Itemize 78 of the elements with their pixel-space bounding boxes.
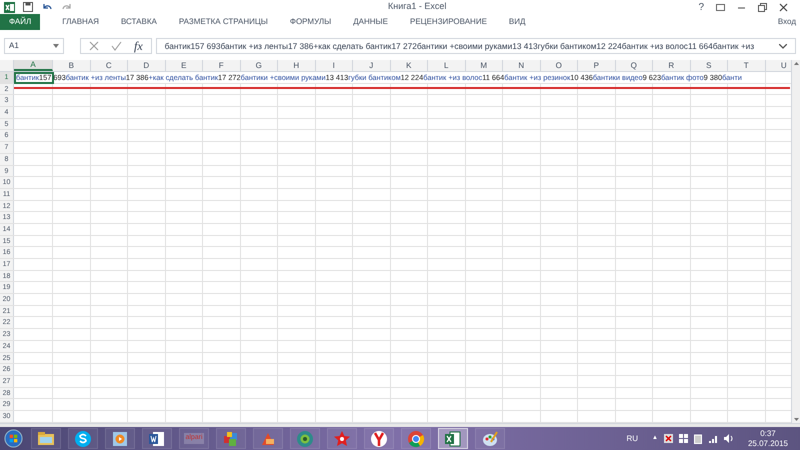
column-header[interactable]: K <box>390 60 428 71</box>
ribbon-tab[interactable]: РЕЦЕНЗИРОВАНИЕ <box>410 14 487 30</box>
ribbon-tab[interactable]: ФОРМУЛЫ <box>290 14 332 30</box>
taskbar-button[interactable] <box>142 428 172 449</box>
column-header[interactable]: E <box>166 60 203 71</box>
name-box[interactable]: A1 <box>4 38 64 54</box>
flag-icon[interactable] <box>664 434 673 443</box>
column-header[interactable]: O <box>540 60 578 71</box>
excel-logo-icon <box>4 2 15 12</box>
taskbar-button[interactable] <box>401 428 431 449</box>
start-button[interactable] <box>4 429 23 448</box>
windows-icon[interactable] <box>678 434 688 443</box>
column-header[interactable]: G <box>240 60 278 71</box>
ribbon-tab[interactable]: РАЗМЕТКА СТРАНИЦЫ <box>178 14 268 30</box>
language-indicator[interactable]: RU <box>626 432 638 444</box>
excel-icon[interactable] <box>444 430 462 448</box>
help-button[interactable]: ? <box>698 0 704 14</box>
globe-icon[interactable] <box>296 430 314 448</box>
ribbon-display-icon[interactable] <box>716 4 725 10</box>
taskbar-button[interactable] <box>105 428 135 449</box>
taskbar-button[interactable] <box>475 428 505 449</box>
taskbar-button[interactable] <box>438 428 468 449</box>
save-icon[interactable] <box>23 2 33 12</box>
clock-date[interactable]: 25.07.2015 <box>748 438 788 448</box>
taskbar-button[interactable] <box>327 428 357 449</box>
column-header[interactable]: M <box>466 60 503 71</box>
chrome-icon[interactable] <box>407 430 425 448</box>
window-title: Книга1 - Excel <box>388 0 446 14</box>
taskbar-button[interactable] <box>68 428 98 449</box>
media-player-icon[interactable] <box>111 430 129 448</box>
vertical-scrollbar[interactable] <box>791 60 800 423</box>
word-icon[interactable] <box>148 430 166 448</box>
column-header[interactable]: B <box>53 60 90 71</box>
cubes-icon[interactable] <box>222 430 240 448</box>
skype-icon[interactable] <box>74 430 92 448</box>
cell-selection <box>14 72 54 84</box>
clock-time[interactable]: 0:37 <box>760 428 776 438</box>
taskbar-button[interactable] <box>216 428 246 449</box>
palette-icon[interactable] <box>481 430 499 448</box>
ribbon-tab[interactable]: ДАННЫЕ <box>353 14 388 30</box>
star-icon[interactable] <box>333 430 351 448</box>
close-icon[interactable] <box>779 2 788 12</box>
ribbon-tab[interactable]: ВИД <box>508 14 526 30</box>
taskbar-button[interactable] <box>31 428 61 449</box>
folder-icon[interactable] <box>37 430 55 448</box>
formula-field[interactable]: бантик157 693бантик +из ленты17 386+как сделать бантик17 272бантики +своими руками13 413губки бантиком12 224бантик +из волос11 664бантик +из <box>156 38 796 54</box>
cancel-icon[interactable] <box>89 41 99 51</box>
undo-icon[interactable] <box>41 2 53 12</box>
file-tab[interactable]: ФАЙЛ <box>0 14 40 30</box>
sign-in-link[interactable]: Вход <box>778 16 800 28</box>
column-header[interactable]: H <box>278 60 316 71</box>
clipboard-icon[interactable] <box>694 434 702 444</box>
scroll-down-icon[interactable] <box>794 418 798 421</box>
column-header[interactable]: P <box>578 60 616 71</box>
column-header[interactable]: T <box>728 60 766 71</box>
enter-icon[interactable] <box>111 41 122 51</box>
scroll-up-icon[interactable] <box>794 62 798 65</box>
column-header[interactable]: F <box>203 60 240 71</box>
speaker-icon[interactable] <box>724 434 734 443</box>
ribbon-tab[interactable]: ГЛАВНАЯ <box>62 14 99 30</box>
caret-icon[interactable] <box>53 44 59 48</box>
column-header[interactable]: D <box>128 60 166 71</box>
browser-icon[interactable] <box>370 430 388 448</box>
column-header[interactable]: S <box>690 60 728 71</box>
column-header[interactable]: I <box>316 60 353 71</box>
insert-function-button[interactable]: fx <box>134 37 143 55</box>
column-header[interactable]: L <box>428 60 466 71</box>
expand-caret-icon[interactable] <box>779 44 787 48</box>
ribbon-tab[interactable]: ВСТАВКА <box>120 14 157 30</box>
column-header[interactable]: J <box>353 60 390 71</box>
column-header[interactable]: A <box>14 60 53 71</box>
column-header[interactable]: Q <box>616 60 653 71</box>
column-header[interactable]: C <box>90 60 128 71</box>
signal-icon[interactable] <box>708 434 718 442</box>
column-header[interactable]: N <box>503 60 540 71</box>
column-header[interactable]: R <box>653 60 690 71</box>
taskbar-button[interactable] <box>364 428 394 449</box>
restore-icon[interactable] <box>758 2 767 12</box>
